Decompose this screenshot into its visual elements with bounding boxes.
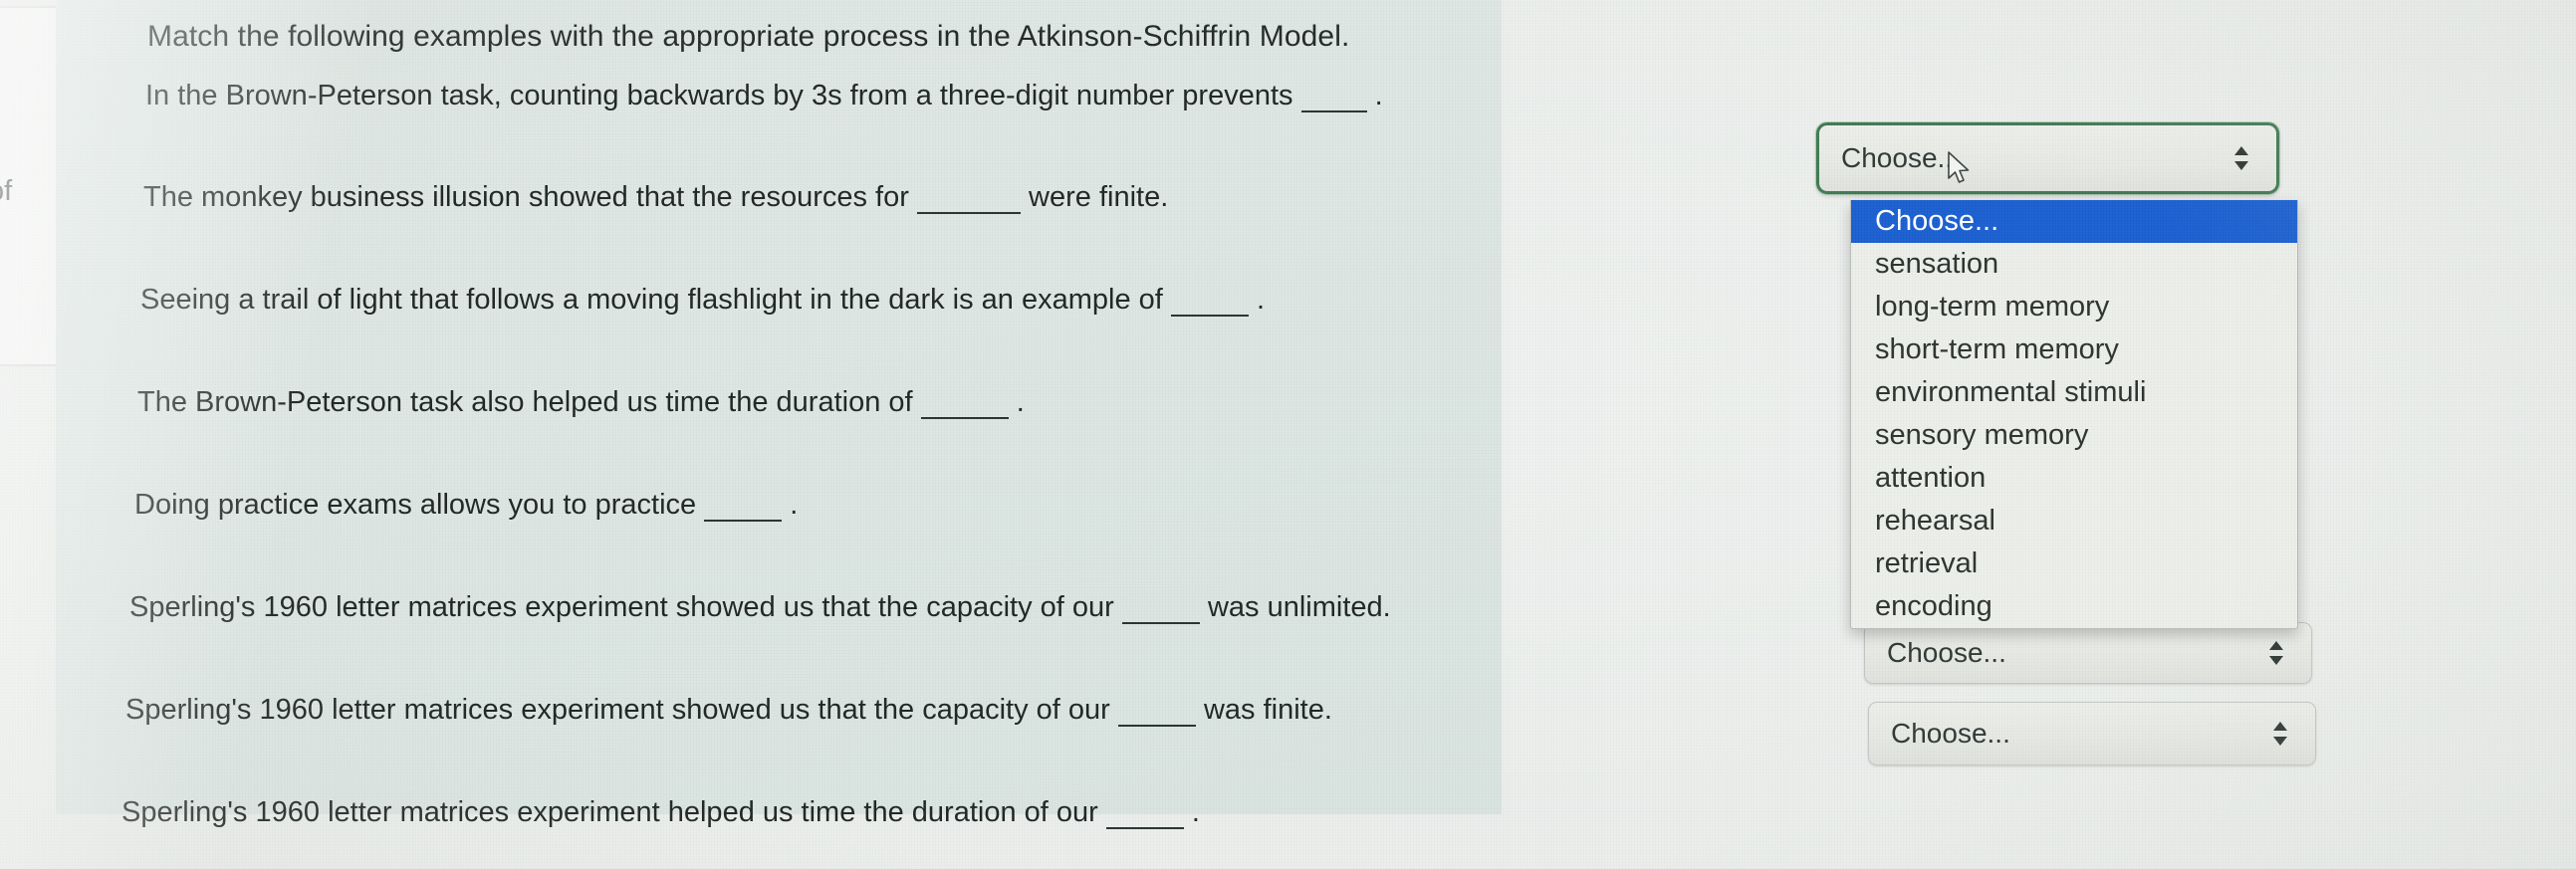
answer-blank (704, 487, 783, 522)
question-text: Sperling's 1960 letter matrices experime… (125, 692, 1332, 727)
question-row: Sperling's 1960 letter matrices experime… (56, 433, 1502, 829)
question-text: Sperling's 1960 letter matrices experime… (121, 794, 1200, 829)
answer-select-open[interactable]: Choose... (1816, 122, 2279, 194)
answer-blank (1121, 589, 1200, 624)
dropdown-option[interactable]: retrieval (1851, 543, 2297, 585)
answer-select-value: Choose... (1891, 718, 2010, 749)
question-row: Seeing a trail of light that follows a m… (56, 179, 1502, 317)
dropdown-option[interactable]: environmental stimuli (1851, 371, 2297, 414)
quiz-card: Match the following examples with the ap… (56, 0, 1502, 829)
answer-blank (1105, 794, 1184, 829)
question-row: The Brown-Peterson task also helped us t… (56, 230, 1502, 419)
answer-select-collapsed[interactable]: Choose... (1864, 622, 2312, 684)
question-text-after: . (790, 489, 799, 521)
question-text-before: Doing practice exams allows you to pract… (134, 489, 697, 521)
dropdown-option[interactable]: Choose... (1851, 200, 2297, 243)
answer-select-value: Choose... (1887, 637, 2006, 668)
dropdown-option[interactable]: rehearsal (1851, 500, 2297, 543)
dropdown-option[interactable]: short-term memory (1851, 328, 2297, 371)
question-list: In the Brown-Peterson task, counting bac… (56, 78, 1502, 829)
question-text: In the Brown-Peterson task, counting bac… (145, 78, 1383, 112)
answer-blank (1117, 692, 1196, 727)
dropdown-option[interactable]: sensory memory (1851, 414, 2297, 457)
question-text-after: . (1374, 80, 1383, 111)
question-text-before: Sperling's 1960 letter matrices experime… (125, 694, 1110, 726)
answer-select-dropdown[interactable]: Choose... sensation long-term memory short-… (1850, 200, 2298, 629)
question-text-before: Sperling's 1960 letter matrices experime… (121, 796, 1098, 828)
question-text-after: . (1191, 796, 1200, 828)
question-text-after: was finite. (1203, 694, 1332, 726)
answer-select-value: Choose... (1841, 142, 1961, 173)
chevron-updown-icon (2234, 146, 2248, 170)
left-panel-fragment-text: of (0, 175, 13, 207)
chevron-updown-icon (2269, 641, 2283, 665)
question-text: Doing practice exams allows you to pract… (134, 487, 798, 522)
question-text: Sperling's 1960 letter matrices experime… (129, 589, 1391, 624)
question-row: Sperling's 1960 letter matrices experime… (56, 382, 1502, 727)
answer-blank (1300, 78, 1367, 112)
question-row: Sperling's 1960 letter matrices experime… (56, 331, 1502, 624)
dropdown-option[interactable]: sensation (1851, 243, 2297, 286)
question-row: The monkey business illusion showed that… (56, 128, 1502, 214)
question-row: In the Brown-Peterson task, counting bac… (56, 78, 1502, 128)
answer-select-collapsed[interactable]: Choose... (1868, 702, 2316, 765)
dropdown-option[interactable]: encoding (1851, 585, 2297, 628)
question-text-after: was unlimited. (1207, 591, 1391, 623)
dropdown-option[interactable]: long-term memory (1851, 286, 2297, 328)
question-text-before: Sperling's 1960 letter matrices experime… (129, 591, 1114, 623)
dropdown-option[interactable]: attention (1851, 457, 2297, 500)
page-title: Match the following examples with the ap… (147, 20, 1350, 53)
question-text-before: In the Brown-Peterson task, counting bac… (145, 80, 1293, 111)
screen-photo: of Match the following examples with the… (0, 0, 2576, 869)
chevron-updown-icon (2273, 722, 2287, 746)
question-row: Doing practice exams allows you to pract… (56, 281, 1502, 522)
